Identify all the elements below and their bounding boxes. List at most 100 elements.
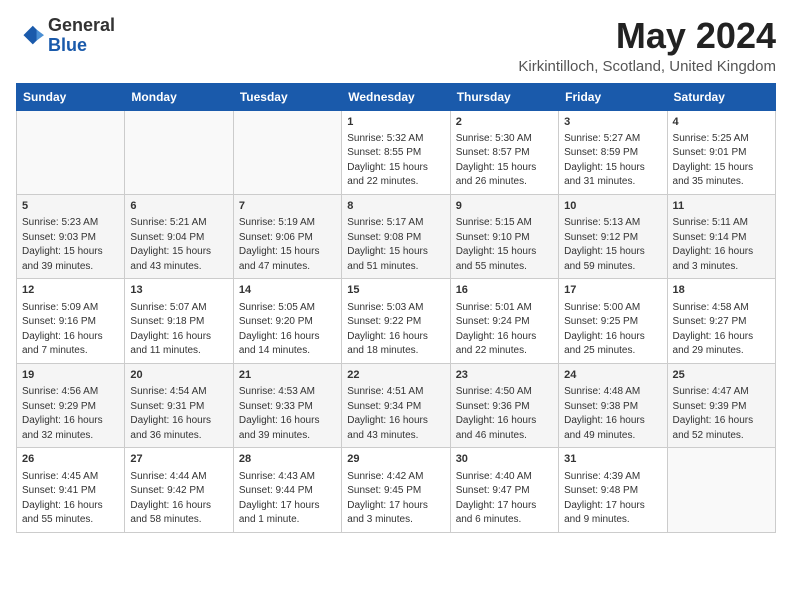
week-row-0: 1Sunrise: 5:32 AM Sunset: 8:55 PM Daylig…: [17, 110, 776, 194]
day-number-10: 10: [564, 199, 661, 214]
day-info-23: Sunrise: 4:50 AM Sunset: 9:36 PM Dayligh…: [456, 385, 553, 443]
col-monday: Monday: [125, 83, 233, 110]
cell-w0-d3: 1Sunrise: 5:32 AM Sunset: 8:55 PM Daylig…: [342, 110, 450, 194]
day-info-16: Sunrise: 5:01 AM Sunset: 9:24 PM Dayligh…: [456, 301, 553, 359]
day-number-20: 20: [130, 368, 227, 383]
cell-w0-d1: [125, 110, 233, 194]
day-info-19: Sunrise: 4:56 AM Sunset: 9:29 PM Dayligh…: [22, 385, 119, 443]
col-tuesday: Tuesday: [233, 83, 341, 110]
day-info-29: Sunrise: 4:42 AM Sunset: 9:45 PM Dayligh…: [347, 470, 444, 528]
col-wednesday: Wednesday: [342, 83, 450, 110]
day-info-10: Sunrise: 5:13 AM Sunset: 9:12 PM Dayligh…: [564, 216, 661, 274]
cell-w4-d3: 29 Sunrise: 4:42 AM Sunset: 9:45 PM Dayli…: [342, 448, 450, 532]
day-info-30: Sunrise: 4:40 AM Sunset: 9:47 PM Dayligh…: [456, 470, 553, 528]
day-number-24: 24: [564, 368, 661, 383]
header: General Blue May 2024 Kirkintilloch, Sco…: [16, 16, 776, 75]
cell-w4-d5: 31 Sunrise: 4:39 AM Sunset: 9:48 PM Dayli…: [559, 448, 667, 532]
cell-w0-d6: 4 Sunrise: 5:25 AM Sunset: 9:01 PM Daylig…: [667, 110, 775, 194]
logo-icon: [16, 22, 44, 50]
day-number-19: 19: [22, 368, 119, 383]
day-info-9: Sunrise: 5:15 AM Sunset: 9:10 PM Dayligh…: [456, 216, 553, 274]
col-thursday: Thursday: [450, 83, 558, 110]
cell-w3-d2: 21 Sunrise: 4:53 AM Sunset: 9:33 PM Dayli…: [233, 363, 341, 447]
day-info-26: Sunrise: 4:45 AM Sunset: 9:41 PM Dayligh…: [22, 470, 119, 528]
cell-w2-d6: 18 Sunrise: 4:58 AM Sunset: 9:27 PM Dayli…: [667, 279, 775, 363]
day-number-4: 4: [673, 115, 770, 130]
cell-w4-d1: 27Sunrise: 4:44 AM Sunset: 9:42 PM Dayli…: [125, 448, 233, 532]
day-number-29: 29: [347, 452, 444, 467]
location: Kirkintilloch, Scotland, United Kingdom: [518, 58, 776, 75]
week-row-2: 12 Sunrise: 5:09 AM Sunset: 9:16 PM Dayli…: [17, 279, 776, 363]
day-number-8: 8: [347, 199, 444, 214]
day-number-3: 3: [564, 115, 661, 130]
cell-w2-d1: 13 Sunrise: 5:07 AM Sunset: 9:18 PM Dayli…: [125, 279, 233, 363]
day-info-3: Sunrise: 5:27 AM Sunset: 8:59 PM Dayligh…: [564, 132, 661, 190]
week-row-1: 5 Sunrise: 5:23 AM Sunset: 9:03 PM Daylig…: [17, 194, 776, 278]
day-info-5: Sunrise: 5:23 AM Sunset: 9:03 PM Dayligh…: [22, 216, 119, 274]
cell-w3-d5: 24 Sunrise: 4:48 AM Sunset: 9:38 PM Dayli…: [559, 363, 667, 447]
day-info-2: Sunrise: 5:30 AM Sunset: 8:57 PM Dayligh…: [456, 132, 553, 190]
cell-w1-d1: 6Sunrise: 5:21 AM Sunset: 9:04 PM Daylig…: [125, 194, 233, 278]
day-info-13: Sunrise: 5:07 AM Sunset: 9:18 PM Dayligh…: [130, 301, 227, 359]
day-number-9: 9: [456, 199, 553, 214]
cell-w2-d2: 14 Sunrise: 5:05 AM Sunset: 9:20 PM Dayli…: [233, 279, 341, 363]
day-info-28: Sunrise: 4:43 AM Sunset: 9:44 PM Dayligh…: [239, 470, 336, 528]
day-info-18: Sunrise: 4:58 AM Sunset: 9:27 PM Dayligh…: [673, 301, 770, 359]
cell-w3-d1: 20 Sunrise: 4:54 AM Sunset: 9:31 PM Dayli…: [125, 363, 233, 447]
day-info-11: Sunrise: 5:11 AM Sunset: 9:14 PM Dayligh…: [673, 216, 770, 274]
cell-w0-d2: [233, 110, 341, 194]
day-info-31: Sunrise: 4:39 AM Sunset: 9:48 PM Dayligh…: [564, 470, 661, 528]
logo-text: General Blue: [48, 16, 115, 56]
week-row-3: 19 Sunrise: 4:56 AM Sunset: 9:29 PM Dayli…: [17, 363, 776, 447]
day-number-31: 31: [564, 452, 661, 467]
day-info-4: Sunrise: 5:25 AM Sunset: 9:01 PM Dayligh…: [673, 132, 770, 190]
day-info-1: Sunrise: 5:32 AM Sunset: 8:55 PM Dayligh…: [347, 132, 444, 190]
cell-w1-d5: 10 Sunrise: 5:13 AM Sunset: 9:12 PM Dayli…: [559, 194, 667, 278]
title-block: May 2024 Kirkintilloch, Scotland, United…: [518, 16, 776, 75]
cell-w1-d4: 9 Sunrise: 5:15 AM Sunset: 9:10 PM Daylig…: [450, 194, 558, 278]
cell-w3-d0: 19 Sunrise: 4:56 AM Sunset: 9:29 PM Dayli…: [17, 363, 125, 447]
day-info-24: Sunrise: 4:48 AM Sunset: 9:38 PM Dayligh…: [564, 385, 661, 443]
day-info-21: Sunrise: 4:53 AM Sunset: 9:33 PM Dayligh…: [239, 385, 336, 443]
day-info-14: Sunrise: 5:05 AM Sunset: 9:20 PM Dayligh…: [239, 301, 336, 359]
day-info-20: Sunrise: 4:54 AM Sunset: 9:31 PM Dayligh…: [130, 385, 227, 443]
day-info-12: Sunrise: 5:09 AM Sunset: 9:16 PM Dayligh…: [22, 301, 119, 359]
day-number-7: 7: [239, 199, 336, 214]
cell-w0-d0: [17, 110, 125, 194]
cell-w3-d6: 25Sunrise: 4:47 AM Sunset: 9:39 PM Dayli…: [667, 363, 775, 447]
calendar-table: Sunday Monday Tuesday Wednesday Thursday…: [16, 83, 776, 533]
day-number-12: 12: [22, 283, 119, 298]
col-saturday: Saturday: [667, 83, 775, 110]
day-number-22: 22: [347, 368, 444, 383]
col-friday: Friday: [559, 83, 667, 110]
day-info-15: Sunrise: 5:03 AM Sunset: 9:22 PM Dayligh…: [347, 301, 444, 359]
day-number-16: 16: [456, 283, 553, 298]
day-number-21: 21: [239, 368, 336, 383]
day-number-18: 18: [673, 283, 770, 298]
day-number-13: 13: [130, 283, 227, 298]
cell-w1-d3: 8 Sunrise: 5:17 AM Sunset: 9:08 PM Daylig…: [342, 194, 450, 278]
calendar-header-row: Sunday Monday Tuesday Wednesday Thursday…: [17, 83, 776, 110]
logo: General Blue: [16, 16, 115, 56]
day-info-8: Sunrise: 5:17 AM Sunset: 9:08 PM Dayligh…: [347, 216, 444, 274]
day-number-15: 15: [347, 283, 444, 298]
day-number-11: 11: [673, 199, 770, 214]
month-title: May 2024: [518, 16, 776, 56]
day-number-17: 17: [564, 283, 661, 298]
cell-w0-d5: 3 Sunrise: 5:27 AM Sunset: 8:59 PM Daylig…: [559, 110, 667, 194]
day-info-17: Sunrise: 5:00 AM Sunset: 9:25 PM Dayligh…: [564, 301, 661, 359]
logo-blue: Blue: [48, 35, 87, 55]
cell-w2-d3: 15 Sunrise: 5:03 AM Sunset: 9:22 PM Dayli…: [342, 279, 450, 363]
day-number-14: 14: [239, 283, 336, 298]
cell-w1-d2: 7Sunrise: 5:19 AM Sunset: 9:06 PM Daylig…: [233, 194, 341, 278]
cell-w2-d4: 16 Sunrise: 5:01 AM Sunset: 9:24 PM Dayli…: [450, 279, 558, 363]
cell-w2-d0: 12 Sunrise: 5:09 AM Sunset: 9:16 PM Dayli…: [17, 279, 125, 363]
day-number-30: 30: [456, 452, 553, 467]
day-number-5: 5: [22, 199, 119, 214]
day-number-23: 23: [456, 368, 553, 383]
day-info-25: Sunrise: 4:47 AM Sunset: 9:39 PM Dayligh…: [673, 385, 770, 443]
day-number-6: 6: [130, 199, 227, 214]
col-sunday: Sunday: [17, 83, 125, 110]
cell-w4-d6: [667, 448, 775, 532]
cell-w4-d2: 28Sunrise: 4:43 AM Sunset: 9:44 PM Dayli…: [233, 448, 341, 532]
